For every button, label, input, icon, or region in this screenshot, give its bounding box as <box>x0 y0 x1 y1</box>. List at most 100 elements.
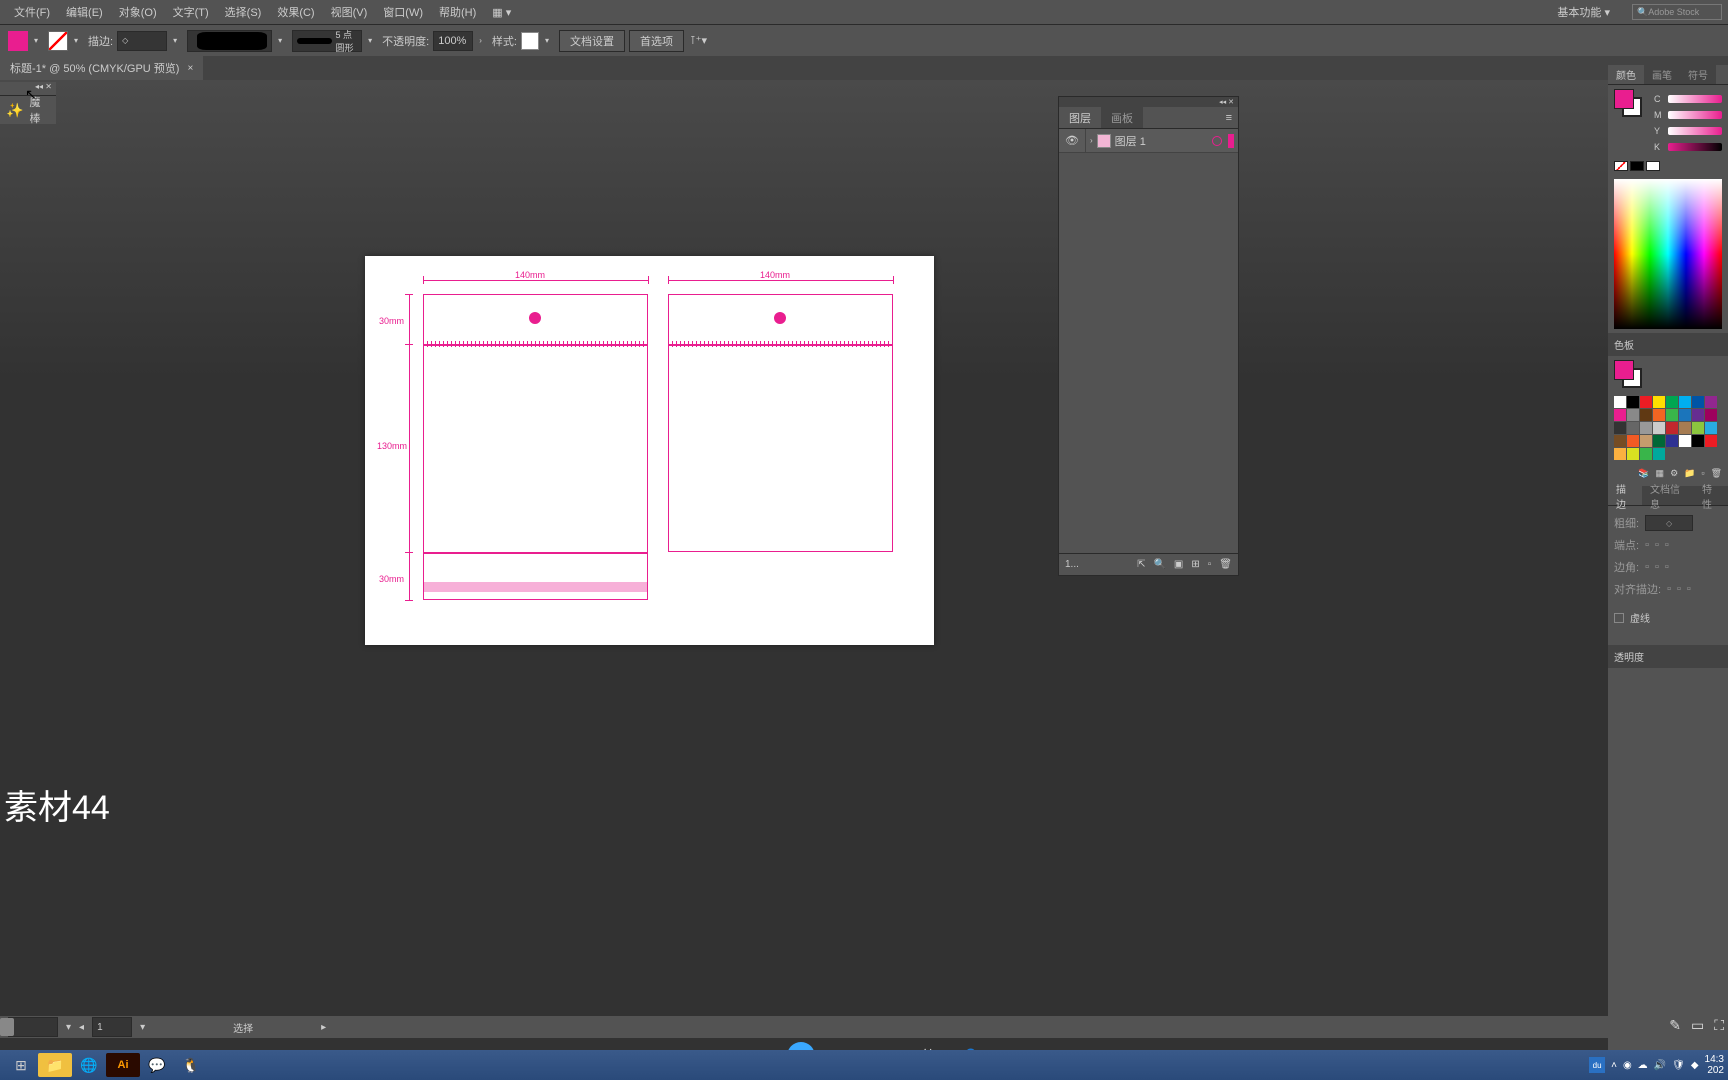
start-button[interactable]: ⊞ <box>4 1053 38 1077</box>
swatch[interactable] <box>1640 435 1652 447</box>
layer-name[interactable]: 图层 1 <box>1115 133 1146 149</box>
menu-select[interactable]: 选择(S) <box>217 0 270 24</box>
swatch[interactable] <box>1614 435 1626 447</box>
tray-security-icon[interactable]: 🛡 <box>1672 1060 1685 1071</box>
dash-checkbox[interactable] <box>1614 613 1624 623</box>
tab-symbols[interactable]: 符号 <box>1680 65 1716 84</box>
nav-next-icon[interactable]: ▸ <box>321 1022 326 1033</box>
cap-butt-icon[interactable]: ▫ <box>1645 539 1649 551</box>
stroke-dropdown-icon[interactable]: ▾ <box>74 36 78 45</box>
tab-close-button[interactable]: × <box>187 63 193 74</box>
tab-brushes[interactable]: 画笔 <box>1644 65 1680 84</box>
fill-stroke-preview[interactable] <box>1614 89 1642 117</box>
new-group-icon[interactable]: 📁 <box>1684 468 1695 479</box>
tab-stroke[interactable]: 描边 <box>1608 486 1642 505</box>
swatch[interactable] <box>1705 435 1717 447</box>
expand-arrow-icon[interactable]: › <box>1090 136 1093 145</box>
swatch-fill-stroke[interactable] <box>1614 360 1642 388</box>
swatch[interactable] <box>1640 396 1652 408</box>
opacity-input[interactable]: 100% <box>433 31 473 51</box>
illustrator-icon[interactable]: Ai <box>106 1053 140 1077</box>
black-swatch[interactable] <box>1630 161 1644 171</box>
stroke-weight-dropdown-icon[interactable]: ▾ <box>173 36 177 45</box>
graphic-style-swatch[interactable] <box>521 32 539 50</box>
wechat-icon[interactable]: 💬 <box>140 1053 174 1077</box>
swatch[interactable] <box>1614 409 1626 421</box>
new-layer-icon[interactable]: ▫ <box>1208 559 1212 570</box>
swatch[interactable] <box>1614 422 1626 434</box>
swatch[interactable] <box>1692 435 1704 447</box>
swatch[interactable] <box>1679 422 1691 434</box>
corner-round-icon[interactable]: ▫ <box>1655 561 1659 573</box>
menu-window[interactable]: 窗口(W) <box>375 0 431 24</box>
opacity-arrow-icon[interactable]: › <box>479 36 482 45</box>
swatch-kind-icon[interactable]: ▦ <box>1656 468 1665 479</box>
swatch[interactable] <box>1692 396 1704 408</box>
tray-misc-icon[interactable]: ◆ <box>1691 1060 1699 1071</box>
swatch[interactable] <box>1653 422 1665 434</box>
new-sublayer-icon[interactable]: ⊞ <box>1191 559 1199 570</box>
swatch[interactable] <box>1627 409 1639 421</box>
taskbar-clock[interactable]: 14:3 202 <box>1705 1054 1724 1076</box>
swatch[interactable] <box>1653 435 1665 447</box>
new-swatch-icon[interactable]: ▫ <box>1701 468 1704 478</box>
brush-select[interactable]: 5 点圆形 <box>292 30 362 52</box>
swatch[interactable] <box>1627 448 1639 460</box>
pen-annotate-icon[interactable]: ✎ <box>1669 1017 1681 1034</box>
swatch[interactable] <box>1679 409 1691 421</box>
search-icon[interactable]: 🔍 <box>1153 559 1165 570</box>
align-outside-icon[interactable]: ▫ <box>1687 583 1691 595</box>
doc-setup-button[interactable]: 文档设置 <box>559 30 625 52</box>
preferences-button[interactable]: 首选项 <box>629 30 684 52</box>
document-tab[interactable]: 标题-1* @ 50% (CMYK/GPU 预览) × <box>0 56 203 80</box>
swatch[interactable] <box>1692 422 1704 434</box>
swatch[interactable] <box>1653 396 1665 408</box>
menu-help[interactable]: 帮助(H) <box>431 0 484 24</box>
white-swatch[interactable] <box>1646 161 1660 171</box>
menu-edit[interactable]: 编辑(E) <box>58 0 111 24</box>
swatch[interactable] <box>1614 396 1626 408</box>
tray-network-icon[interactable]: ◉ <box>1623 1060 1632 1071</box>
menu-object[interactable]: 对象(O) <box>111 0 165 24</box>
browser-icon[interactable]: 🌐 <box>72 1053 106 1077</box>
swatch[interactable] <box>1666 396 1678 408</box>
artboard-nav-input[interactable]: 1 <box>92 1017 132 1037</box>
swatch-lib-icon[interactable]: 📚 <box>1638 468 1649 479</box>
corner-bevel-icon[interactable]: ▫ <box>1665 561 1669 573</box>
swatch[interactable] <box>1653 448 1665 460</box>
clip-mask-icon[interactable]: ▣ <box>1174 559 1183 570</box>
tray-cloud-icon[interactable]: ☁ <box>1638 1060 1648 1071</box>
swatch[interactable] <box>1640 422 1652 434</box>
tray-volume-icon[interactable]: 🔊 <box>1654 1060 1666 1071</box>
adobe-stock-search[interactable]: 🔍 Adobe Stock <box>1632 4 1722 20</box>
swatch[interactable] <box>1627 396 1639 408</box>
delete-layer-icon[interactable]: 🗑 <box>1219 559 1232 570</box>
workspace-switcher[interactable]: 基本功能 ▾ <box>1543 4 1624 20</box>
menu-view[interactable]: 视图(V) <box>323 0 376 24</box>
profile-dropdown-icon[interactable]: ▾ <box>278 36 282 45</box>
stroke-profile-select[interactable] <box>187 30 272 52</box>
stroke-weight-input[interactable]: ◇ <box>117 31 167 51</box>
locate-icon[interactable]: ⇱ <box>1137 559 1145 570</box>
swatch[interactable] <box>1640 409 1652 421</box>
swatch[interactable] <box>1627 422 1639 434</box>
swatch[interactable] <box>1705 422 1717 434</box>
swatch[interactable] <box>1692 409 1704 421</box>
corner-miter-icon[interactable]: ▫ <box>1645 561 1649 573</box>
swatch[interactable] <box>1705 396 1717 408</box>
cap-round-icon[interactable]: ▫ <box>1655 539 1659 551</box>
slider-m[interactable] <box>1668 111 1722 119</box>
slider-c[interactable] <box>1668 95 1722 103</box>
qq-icon[interactable]: 🐧 <box>174 1053 208 1077</box>
menu-type[interactable]: 文字(T) <box>165 0 217 24</box>
transform-icon[interactable]: ⊺⁺▾ <box>690 34 707 47</box>
swatch[interactable] <box>1679 435 1691 447</box>
nav-prev-icon[interactable]: ◂ <box>79 1022 84 1033</box>
explorer-icon[interactable]: 📁 <box>38 1053 72 1077</box>
zoom-input[interactable] <box>8 1017 58 1037</box>
artboard-canvas[interactable]: 140mm 140mm 30mm 130mm 30mm <box>365 256 934 645</box>
tab-artboards[interactable]: 画板 <box>1101 107 1143 128</box>
layer-row[interactable]: 👁 › 图层 1 <box>1059 129 1238 153</box>
swatch[interactable] <box>1666 409 1678 421</box>
arrange-docs-icon[interactable]: ▦ ▾ <box>484 0 519 24</box>
